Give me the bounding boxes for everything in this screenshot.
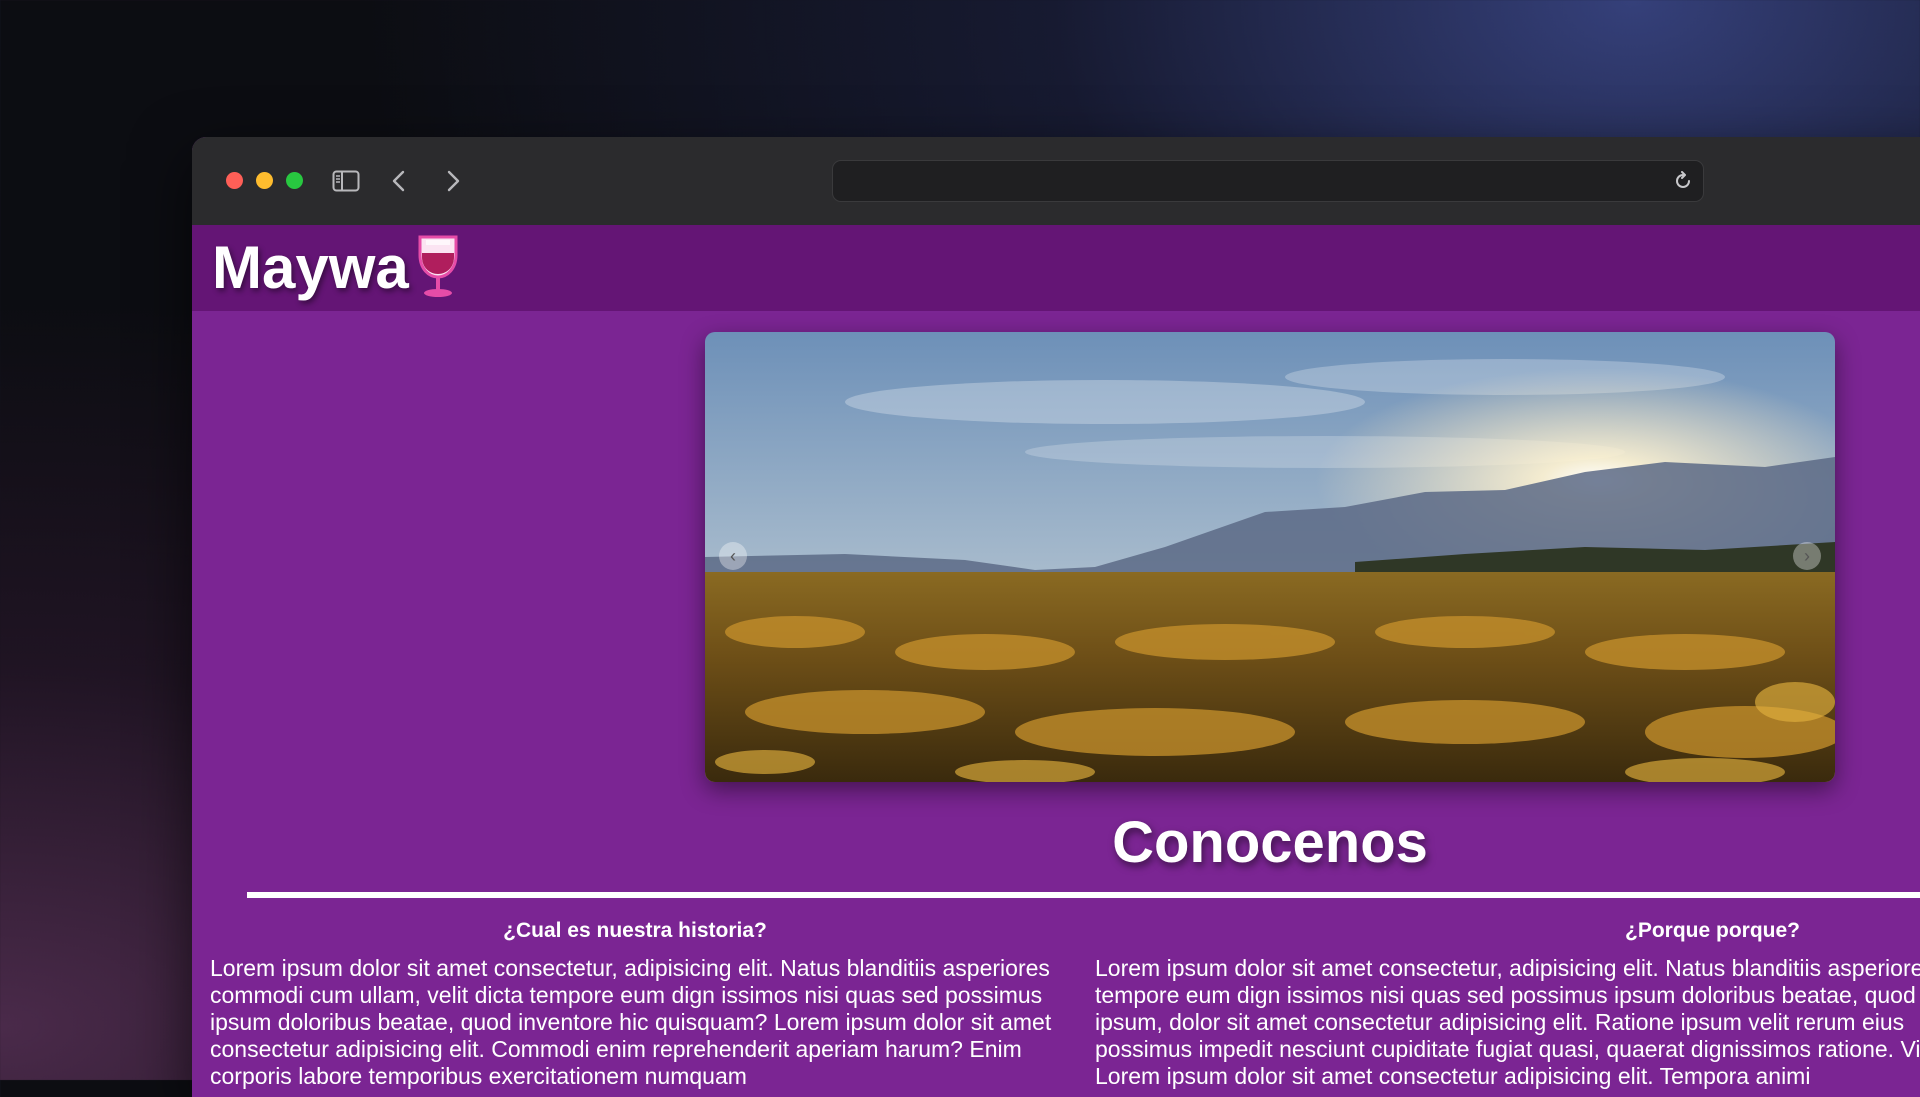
vineyard-image <box>705 332 1835 782</box>
chevron-left-icon[interactable] <box>388 167 410 195</box>
carousel-next-button[interactable]: › <box>1793 542 1821 570</box>
brand-logo-text[interactable]: Maywa <box>212 233 409 303</box>
address-bar[interactable] <box>832 160 1704 202</box>
why-text: Lorem ipsum dolor sit amet consectetur, … <box>1095 955 1920 1089</box>
sidebar-icon[interactable] <box>332 170 360 192</box>
why-column: ¿Porque porque? Lorem ipsum dolor sit am… <box>1095 919 1920 1090</box>
history-text: Lorem ipsum dolor sit amet consectetur, … <box>210 955 1052 1089</box>
section-title: Conocenos <box>1112 810 1428 875</box>
chevron-right-icon: › <box>1804 546 1810 566</box>
close-window-button[interactable] <box>226 172 243 189</box>
reload-icon[interactable] <box>1673 171 1693 191</box>
history-heading: ¿Cual es nuestra historia? <box>503 919 767 942</box>
why-heading: ¿Porque porque? <box>1625 919 1800 942</box>
chevron-left-icon: ‹ <box>730 546 736 566</box>
site-header: Maywa <box>192 225 1920 311</box>
browser-toolbar <box>192 137 1920 226</box>
section-divider <box>247 892 1920 898</box>
carousel-prev-button[interactable]: ‹ <box>719 542 747 570</box>
history-column: ¿Cual es nuestra historia? Lorem ipsum d… <box>210 919 1060 1090</box>
zoom-window-button[interactable] <box>286 172 303 189</box>
chevron-right-icon[interactable] <box>442 167 464 195</box>
wine-glass-icon <box>412 231 464 301</box>
browser-window: Maywa ‹ › Conocenos ¿Cual es nuestra his… <box>192 137 1920 1097</box>
hero-carousel: ‹ › <box>705 332 1835 782</box>
minimize-window-button[interactable] <box>256 172 273 189</box>
